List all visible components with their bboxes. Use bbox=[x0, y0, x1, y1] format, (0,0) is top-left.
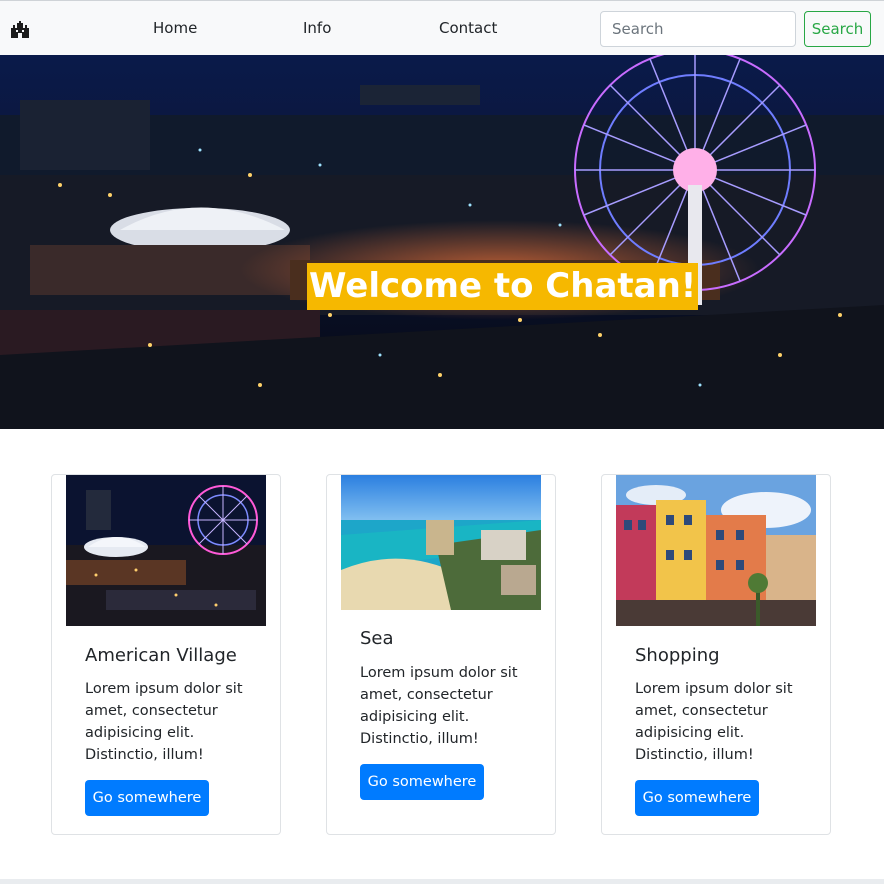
footer-divider bbox=[0, 879, 884, 884]
card-text: Lorem ipsum dolor sit amet, consectetur … bbox=[85, 681, 243, 763]
american-village-night-photo bbox=[66, 475, 266, 626]
card-title: Shopping bbox=[635, 645, 720, 666]
search-input[interactable] bbox=[600, 11, 796, 47]
nav-link-contact[interactable]: Contact bbox=[439, 19, 497, 37]
hero-night-city-image bbox=[0, 55, 884, 429]
search-button[interactable]: Search bbox=[804, 11, 871, 47]
card-sea: Sea Lorem ipsum dolor sit amet, consecte… bbox=[326, 474, 556, 835]
navbar: Home Info Contact Search bbox=[0, 0, 884, 55]
nav-link-home[interactable]: Home bbox=[153, 19, 197, 37]
card-shopping: Shopping Lorem ipsum dolor sit amet, con… bbox=[601, 474, 831, 835]
card-american-village: American Village Lorem ipsum dolor sit a… bbox=[51, 474, 281, 835]
card-text: Lorem ipsum dolor sit amet, consectetur … bbox=[635, 681, 793, 763]
card-title: Sea bbox=[360, 628, 394, 649]
go-somewhere-button[interactable]: Go somewhere bbox=[360, 764, 484, 800]
hero-banner: Welcome to Chatan! bbox=[0, 55, 884, 429]
colorful-shopping-buildings-photo bbox=[616, 475, 816, 626]
go-somewhere-button[interactable]: Go somewhere bbox=[85, 780, 209, 816]
card-title: American Village bbox=[85, 645, 237, 666]
go-somewhere-button[interactable]: Go somewhere bbox=[635, 780, 759, 816]
hero-title: Welcome to Chatan! bbox=[307, 263, 699, 310]
beach-sea-photo bbox=[341, 475, 541, 610]
castle-icon[interactable] bbox=[10, 20, 30, 38]
nav-link-info[interactable]: Info bbox=[303, 19, 331, 37]
card-text: Lorem ipsum dolor sit amet, consectetur … bbox=[360, 665, 518, 747]
